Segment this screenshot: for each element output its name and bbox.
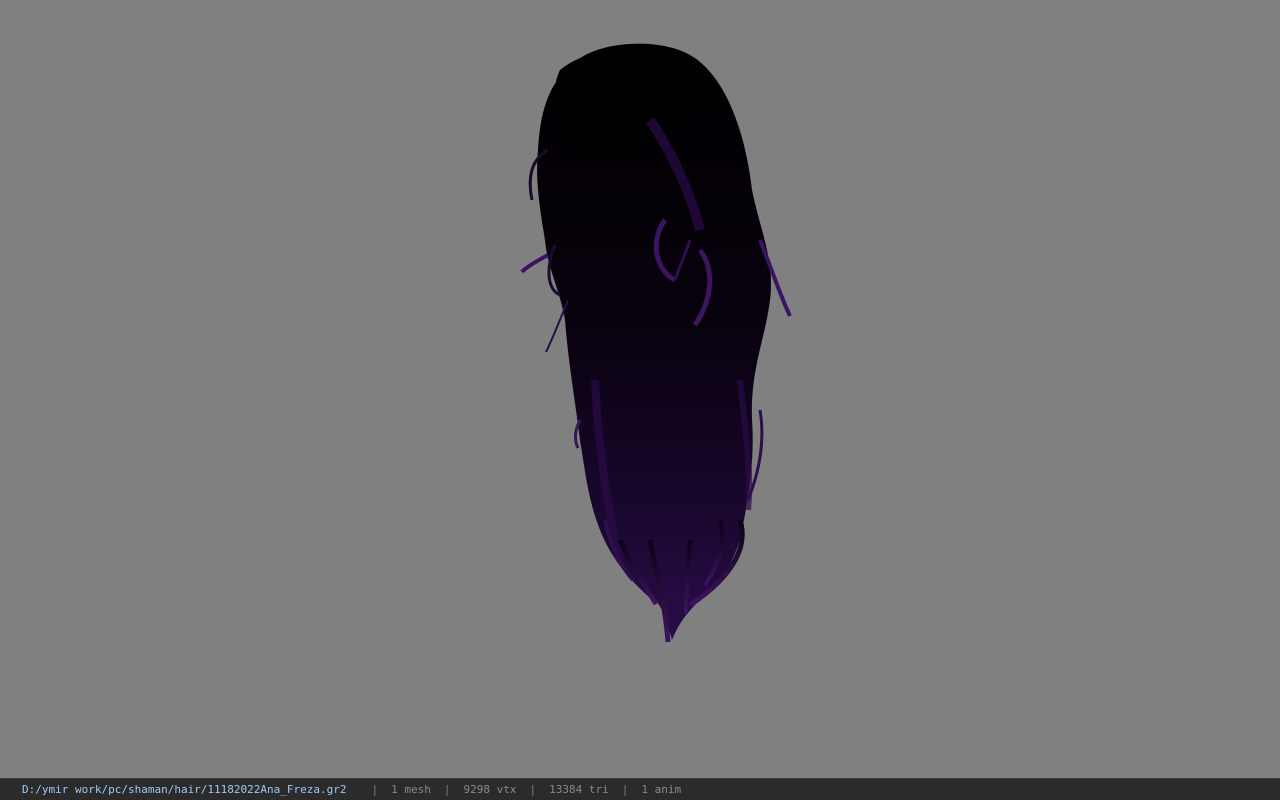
hair-model-render: [520, 43, 792, 643]
model-viewer-window: D:/ymir work/pc/shaman/hair/11182022Ana_…: [0, 0, 1280, 800]
separator: |: [529, 783, 537, 796]
3d-viewport[interactable]: [0, 0, 1280, 778]
file-path-label: D:/ymir work/pc/shaman/hair/11182022Ana_…: [22, 783, 347, 796]
mesh-count-label: 1 mesh: [391, 783, 431, 796]
anim-count-label: 1 anim: [641, 783, 682, 796]
vertex-count-label: 9298 vtx: [463, 783, 517, 796]
separator: |: [371, 783, 379, 796]
strand: [545, 299, 569, 353]
strand: [520, 253, 549, 274]
status-bar: D:/ymir work/pc/shaman/hair/11182022Ana_…: [0, 778, 1280, 800]
separator: |: [621, 783, 629, 796]
separator: |: [443, 783, 451, 796]
triangle-count-label: 13384 tri: [549, 783, 609, 796]
